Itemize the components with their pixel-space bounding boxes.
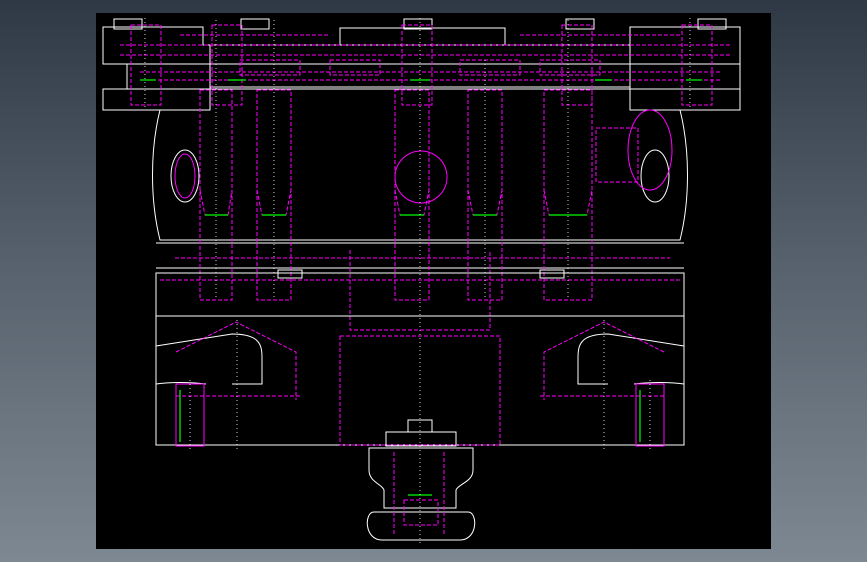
centerlines	[144, 18, 691, 545]
cad-viewport[interactable]: .w { fill: none; stroke: #ffffff; stroke…	[96, 13, 771, 549]
shank-boss	[366, 419, 476, 541]
die-assembly-drawing: .w { fill: none; stroke: #ffffff; stroke…	[102, 18, 741, 545]
top-clamp-plate	[102, 18, 741, 111]
